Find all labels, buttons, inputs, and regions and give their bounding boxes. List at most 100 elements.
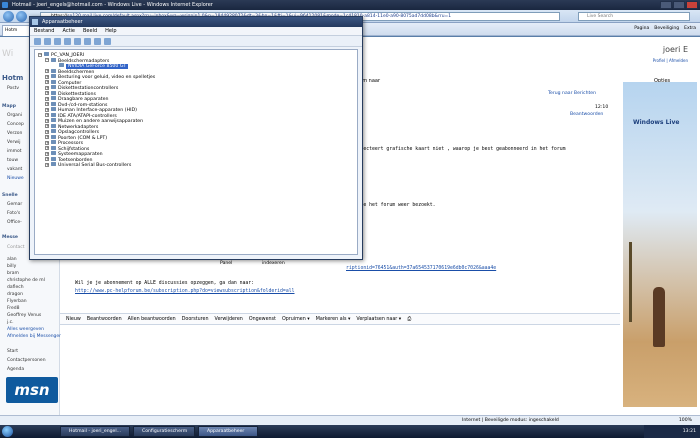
- contact-item[interactable]: daflech: [7, 285, 24, 290]
- start-link[interactable]: Start: [7, 349, 18, 354]
- contact-search[interactable]: Contact: [7, 245, 25, 250]
- contact-item[interactable]: j.c.: [7, 320, 14, 325]
- folder-item[interactable]: vakant: [7, 167, 22, 172]
- back-icon[interactable]: [34, 38, 41, 45]
- delete-button[interactable]: Verwijderen: [215, 317, 243, 322]
- contact-item[interactable]: alan: [7, 257, 17, 262]
- forward-button[interactable]: Doorsturen: [182, 317, 209, 322]
- properties-icon[interactable]: [54, 38, 61, 45]
- sweep-button[interactable]: Opruimen ▾: [282, 317, 310, 322]
- quick-item[interactable]: Office-: [7, 220, 22, 225]
- reply-link[interactable]: Beantwoorden: [570, 112, 603, 117]
- expand-icon[interactable]: +: [45, 135, 49, 139]
- mappen-header[interactable]: Mapp: [2, 104, 16, 109]
- expand-icon[interactable]: +: [45, 118, 49, 123]
- contact-item[interactable]: bram: [7, 271, 19, 276]
- folder-item[interactable]: immot: [7, 149, 22, 154]
- extra-menu[interactable]: Extra: [684, 26, 696, 31]
- subscription-link[interactable]: riptionid=76451&auth=37a654537170619e6db…: [346, 266, 496, 271]
- print-icon[interactable]: ⎙: [407, 316, 411, 322]
- expand-icon[interactable]: +: [45, 140, 49, 145]
- help-icon[interactable]: [64, 38, 71, 45]
- menu-actie[interactable]: Actie: [62, 27, 75, 35]
- contact-item[interactable]: dragon: [7, 292, 23, 297]
- expand-icon[interactable]: +: [45, 151, 49, 156]
- device-category[interactable]: + Universal Serial Bus-controllers: [35, 162, 357, 168]
- task-device-manager[interactable]: Apparaatbeheer: [198, 426, 258, 437]
- folder-item[interactable]: Organi: [7, 113, 22, 118]
- unsubscribe-link[interactable]: http://www.pc-helpforum.be/subscription.…: [75, 289, 295, 294]
- postvak-link[interactable]: Postv: [7, 86, 19, 91]
- menu-beeld[interactable]: Beeld: [83, 27, 97, 35]
- folder-item[interactable]: Verwij: [7, 140, 21, 145]
- alles-weergeven-link[interactable]: Alles weergeven: [7, 327, 44, 332]
- search-input[interactable]: Live Search: [578, 12, 690, 21]
- tab-hotmail[interactable]: Hotm: [2, 25, 30, 36]
- expand-icon[interactable]: +: [45, 91, 49, 95]
- advertisement[interactable]: Windows Live: [623, 82, 697, 407]
- messenger-header[interactable]: Messe: [2, 235, 18, 240]
- minimize-button[interactable]: [660, 1, 672, 9]
- junk-button[interactable]: Ongewenst: [249, 317, 276, 322]
- device-tree[interactable]: − PC_VAN_JOERI − Beeldschermadapters NVIDIA…: [34, 49, 358, 255]
- update-driver-icon[interactable]: [84, 38, 91, 45]
- start-button[interactable]: [2, 426, 13, 437]
- expand-icon[interactable]: +: [45, 74, 49, 79]
- back-to-messages-link[interactable]: Terug naar Berichten: [548, 91, 596, 96]
- pagina-menu[interactable]: Pagina: [634, 26, 649, 31]
- mark-as-button[interactable]: Markeren als ▾: [316, 317, 351, 322]
- menu-help[interactable]: Help: [105, 27, 116, 35]
- expand-icon[interactable]: +: [45, 102, 49, 106]
- contact-item[interactable]: Fred8: [7, 306, 20, 311]
- folder-item[interactable]: touw: [7, 158, 18, 163]
- expand-icon[interactable]: +: [45, 69, 49, 73]
- expand-icon[interactable]: +: [45, 107, 49, 112]
- expand-icon[interactable]: +: [45, 157, 49, 161]
- reply-button[interactable]: Beantwoorden: [87, 317, 122, 322]
- contact-item[interactable]: christophe de ml: [7, 278, 45, 283]
- expand-icon[interactable]: +: [45, 80, 49, 84]
- close-button[interactable]: [686, 1, 698, 9]
- quick-item[interactable]: Foto's: [7, 211, 20, 216]
- profile-links[interactable]: Profiel | Afmelden: [653, 58, 688, 63]
- snelle-header[interactable]: Snelle: [2, 193, 18, 198]
- msn-logo[interactable]: msn: [6, 377, 58, 403]
- expand-icon[interactable]: +: [45, 146, 49, 150]
- contact-item[interactable]: Geoffrey Venus: [7, 313, 41, 318]
- collapse-icon[interactable]: −: [38, 52, 42, 57]
- menu-bestand[interactable]: Bestand: [34, 27, 54, 35]
- expand-icon[interactable]: +: [45, 85, 49, 90]
- move-to-button[interactable]: Verplaatsen naar ▾: [356, 317, 401, 322]
- devmgr-title-bar[interactable]: Apparaatbeheer: [30, 17, 362, 27]
- folder-item[interactable]: Nieuwe: [7, 176, 24, 181]
- folder-item[interactable]: Verzon: [7, 131, 22, 136]
- new-button[interactable]: Nieuw: [66, 317, 81, 322]
- expand-icon[interactable]: +: [45, 129, 49, 134]
- forward-icon[interactable]: [16, 11, 27, 22]
- agenda-link[interactable]: Agenda: [7, 367, 24, 372]
- uninstall-icon[interactable]: [104, 38, 111, 45]
- expand-icon[interactable]: +: [45, 113, 49, 117]
- expand-icon[interactable]: +: [45, 96, 49, 101]
- back-icon[interactable]: [3, 11, 14, 22]
- device-manager-window[interactable]: Apparaatbeheer Bestand Actie Beeld Help …: [29, 16, 363, 260]
- quick-item[interactable]: Gemar: [7, 202, 22, 207]
- maximize-button[interactable]: [673, 1, 685, 9]
- collapse-icon[interactable]: −: [45, 58, 49, 62]
- task-hotmail[interactable]: Hotmail - joeri_engel...: [60, 426, 130, 437]
- reply-all-button[interactable]: Allen beantwoorden: [128, 317, 176, 322]
- user-name[interactable]: joeri E: [663, 45, 688, 54]
- contactpersonen-link[interactable]: Contactpersonen: [7, 358, 46, 363]
- expand-icon[interactable]: +: [45, 162, 49, 167]
- beveiliging-menu[interactable]: Beveiliging: [654, 26, 679, 31]
- contact-item[interactable]: Flyerban: [7, 299, 27, 304]
- scan-icon[interactable]: [74, 38, 81, 45]
- forward-icon[interactable]: [44, 38, 51, 45]
- contact-item[interactable]: billy: [7, 264, 16, 269]
- disable-icon[interactable]: [94, 38, 101, 45]
- clock[interactable]: 13:21: [683, 429, 696, 434]
- folder-item[interactable]: Concep: [7, 122, 24, 127]
- task-control-panel[interactable]: Configuratiescherm: [133, 426, 195, 437]
- afmelden-messenger-link[interactable]: Afmelden bij Messenger: [7, 334, 61, 339]
- expand-icon[interactable]: +: [45, 124, 49, 128]
